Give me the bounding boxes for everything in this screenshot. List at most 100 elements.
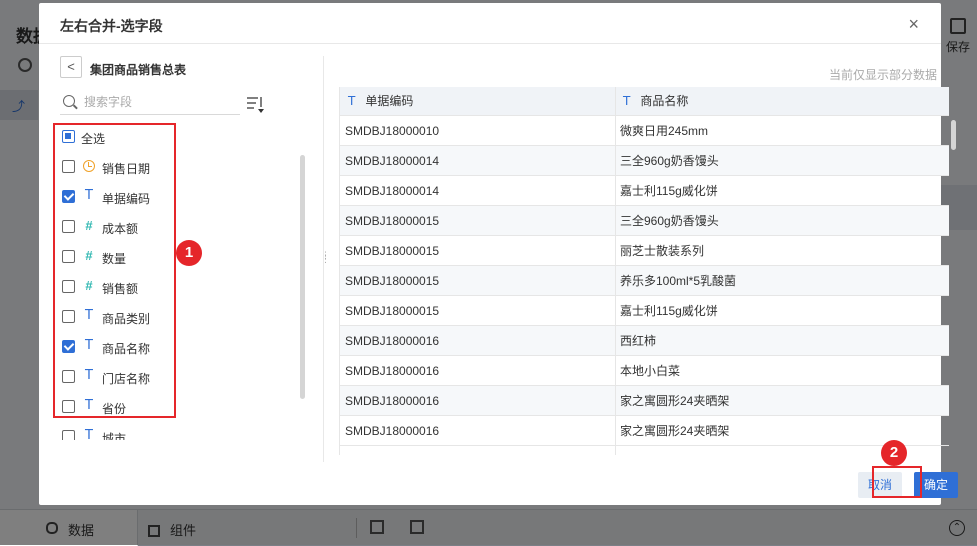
cell-doc-code: SMDBJ18000015: [345, 304, 440, 318]
search-icon: [63, 95, 75, 107]
field-checkbox[interactable]: [62, 220, 75, 233]
field-row[interactable]: T 商品名称: [55, 332, 255, 362]
select-all-checkbox[interactable]: [62, 130, 75, 143]
preview-note: 当前仅显示部分数据: [829, 68, 938, 82]
cell-product-name: 微爽日用245mm: [620, 124, 709, 138]
field-label: 门店名称: [102, 372, 151, 386]
table-scrollbar[interactable]: [951, 120, 956, 150]
text-type-icon: T: [623, 94, 631, 108]
cell-doc-code: SMDBJ18000014: [345, 154, 440, 168]
text-type-icon: T: [85, 398, 93, 413]
field-label: 城市: [102, 432, 127, 440]
cancel-button[interactable]: 取消: [858, 472, 902, 498]
table-row: SMDBJ18000015 三全960g奶香馒头: [340, 206, 949, 236]
column-header: T 商品名称: [615, 87, 688, 116]
back-button[interactable]: <: [60, 56, 82, 78]
cell-product-name: 嘉士利115g威化饼: [620, 184, 718, 198]
column-separator: [615, 87, 616, 455]
field-checkbox[interactable]: [62, 430, 75, 440]
table-name: 集团商品销售总表: [90, 63, 187, 77]
cell-doc-code: SMDBJ18000016: [345, 394, 440, 408]
table-row: SMDBJ18000014 嘉士利115g威化饼: [340, 176, 949, 206]
cell-product-name: 嘉士利115g威化饼: [620, 304, 718, 318]
number-type-icon: #: [85, 248, 93, 263]
text-type-icon: T: [85, 338, 93, 353]
column-header-label: 单据编码: [365, 94, 414, 108]
text-type-icon: T: [85, 428, 93, 441]
text-type-icon: T: [85, 308, 93, 323]
field-label: 商品类别: [102, 312, 151, 326]
cell-doc-code: SMDBJ18000016: [345, 364, 440, 378]
cell-doc-code: SMDBJ18000014: [345, 184, 440, 198]
cell-product-name: 本地小白菜: [620, 364, 681, 378]
field-checkbox[interactable]: [62, 190, 75, 203]
sort-icon[interactable]: [245, 94, 267, 114]
field-row[interactable]: T 省份: [55, 392, 255, 422]
field-row[interactable]: T 门店名称: [55, 362, 255, 392]
field-checkbox[interactable]: [62, 250, 75, 263]
cell-product-name: 养乐多100ml*5乳酸菌: [620, 274, 737, 288]
number-type-icon: #: [85, 218, 93, 233]
cell-product-name: 三全960g奶香馒头: [620, 154, 719, 168]
field-checkbox[interactable]: [62, 400, 75, 413]
field-checkbox[interactable]: [62, 280, 75, 293]
select-all-label: 全选: [81, 132, 106, 146]
table-row: SMDBJ18000016 家之寓圆形24夹晒架: [340, 386, 949, 416]
field-row[interactable]: T 城市: [55, 422, 255, 440]
cell-doc-code: SMDBJ18000010: [345, 124, 440, 138]
annotation-badge: 1: [176, 240, 202, 266]
table-row: SMDBJ18000016 本地小白菜: [340, 356, 949, 386]
column-header: T 单据编码: [340, 87, 413, 116]
field-checkbox[interactable]: [62, 310, 75, 323]
cell-product-name: 西红柿: [620, 334, 657, 348]
table-row: SMDBJ18000010 微爽日用245mm: [340, 116, 949, 146]
field-checkbox[interactable]: [62, 160, 75, 173]
field-label: 成本额: [102, 222, 139, 236]
field-row[interactable]: T 单据编码: [55, 182, 255, 212]
field-checkbox[interactable]: [62, 370, 75, 383]
dialog-title: 左右合并-选字段: [60, 18, 163, 34]
field-row[interactable]: # 数量: [55, 242, 255, 272]
header-divider: [39, 43, 941, 44]
close-icon[interactable]: ×: [908, 15, 919, 33]
date-type-icon: [83, 160, 95, 172]
field-label: 省份: [102, 402, 127, 416]
field-label: 销售日期: [102, 162, 151, 176]
splitter-grip-icon[interactable]: ⋮ ⋮: [321, 251, 330, 267]
cell-doc-code: SMDBJ18000016: [345, 334, 440, 348]
field-checkbox[interactable]: [62, 340, 75, 353]
select-fields-dialog: 左右合并-选字段 × < 集团商品销售总表 全选销售日期 T 单据编码 # 成本额 # 数量…: [39, 3, 958, 505]
table-header: T 单据编码 T 商品名称: [340, 87, 949, 116]
field-row[interactable]: 销售日期: [55, 152, 255, 182]
field-label: 单据编码: [102, 192, 151, 206]
field-list: 全选销售日期 T 单据编码 # 成本额 # 数量 # 销售额 T 商品类别 T 商品名称 T 门店名称 T 省份…: [55, 122, 260, 440]
field-label: 商品名称: [102, 342, 151, 356]
select-all-row[interactable]: 全选: [55, 122, 255, 152]
number-type-icon: #: [85, 278, 93, 293]
field-search: [60, 89, 240, 115]
cell-product-name: 三全960g奶香馒头: [620, 214, 719, 228]
search-input[interactable]: [84, 92, 234, 112]
column-header-label: 商品名称: [640, 94, 689, 108]
field-row[interactable]: # 成本额: [55, 212, 255, 242]
table-row: SMDBJ18000016 家之寓圆形24夹晒架: [340, 416, 949, 446]
field-label: 销售额: [102, 282, 139, 296]
text-type-icon: T: [85, 188, 93, 203]
table-row: SMDBJ18000016 西红柿: [340, 326, 949, 356]
field-label: 数量: [102, 252, 127, 266]
field-list-scrollbar[interactable]: [300, 155, 305, 399]
cell-product-name: 家之寓圆形24夹晒架: [620, 394, 730, 408]
cell-doc-code: SMDBJ18000015: [345, 244, 440, 258]
field-row[interactable]: T 商品类别: [55, 302, 255, 332]
cell-product-name: 家之寓圆形24夹晒架: [620, 424, 730, 438]
cell-doc-code: SMDBJ18000015: [345, 214, 440, 228]
confirm-button[interactable]: 确定: [914, 472, 958, 498]
cell-doc-code: SMDBJ18000016: [345, 424, 440, 438]
cell-doc-code: SMDBJ18000015: [345, 274, 440, 288]
field-row[interactable]: # 销售额: [55, 272, 255, 302]
text-type-icon: T: [85, 368, 93, 383]
table-row: SMDBJ18000015 养乐多100ml*5乳酸菌: [340, 266, 949, 296]
annotation-badge: 2: [881, 440, 907, 466]
preview-table: T 单据编码 T 商品名称 SMDBJ18000010 微爽日用245mm SMDBJ1…: [339, 87, 949, 455]
table-row: SMDBJ18000015 嘉士利115g威化饼: [340, 296, 949, 326]
